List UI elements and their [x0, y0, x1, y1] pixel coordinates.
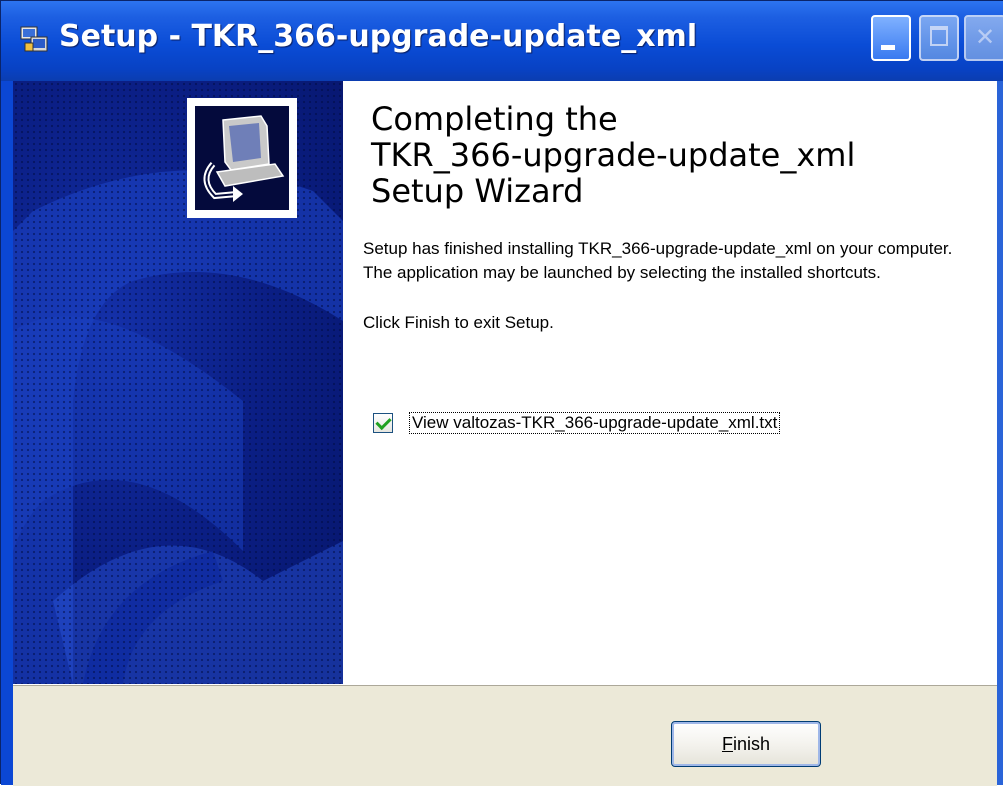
view-file-checkbox[interactable]	[373, 413, 393, 433]
finish-button[interactable]: Finish	[671, 721, 821, 767]
finish-label-rest: inish	[732, 734, 771, 754]
window-frame-left	[1, 81, 13, 785]
heading-line-3: Setup Wizard	[371, 172, 584, 210]
maximize-button[interactable]	[919, 15, 959, 61]
setup-logo	[187, 98, 297, 218]
button-bar	[13, 684, 997, 786]
exit-instructions: Click Finish to exit Setup.	[363, 313, 554, 332]
setup-window: Setup - TKR_366-upgrade-update_xml ✕ Com…	[0, 0, 1003, 786]
heading-line-2: TKR_366-upgrade-update_xml	[371, 136, 856, 174]
title-bar[interactable]: Setup - TKR_366-upgrade-update_xml	[1, 1, 1003, 81]
window-title: Setup - TKR_366-upgrade-update_xml	[59, 19, 698, 54]
setup-app-icon	[20, 26, 48, 52]
view-file-label[interactable]: View valtozas-TKR_366-upgrade-update_xml…	[409, 412, 781, 434]
finished-message: Setup has finished installing TKR_366-up…	[363, 239, 953, 282]
finish-mnemonic: F	[721, 734, 733, 754]
close-button[interactable]	[964, 15, 1003, 61]
wizard-heading: Completing the TKR_366-upgrade-update_xm…	[371, 101, 971, 209]
computer-install-icon	[203, 115, 285, 202]
wizard-body: Setup has finished installing TKR_366-up…	[363, 237, 978, 361]
minimize-button[interactable]	[871, 15, 911, 61]
logo-background	[195, 106, 289, 210]
heading-line-1: Completing the	[371, 100, 618, 138]
window-frame-right	[997, 81, 1003, 785]
